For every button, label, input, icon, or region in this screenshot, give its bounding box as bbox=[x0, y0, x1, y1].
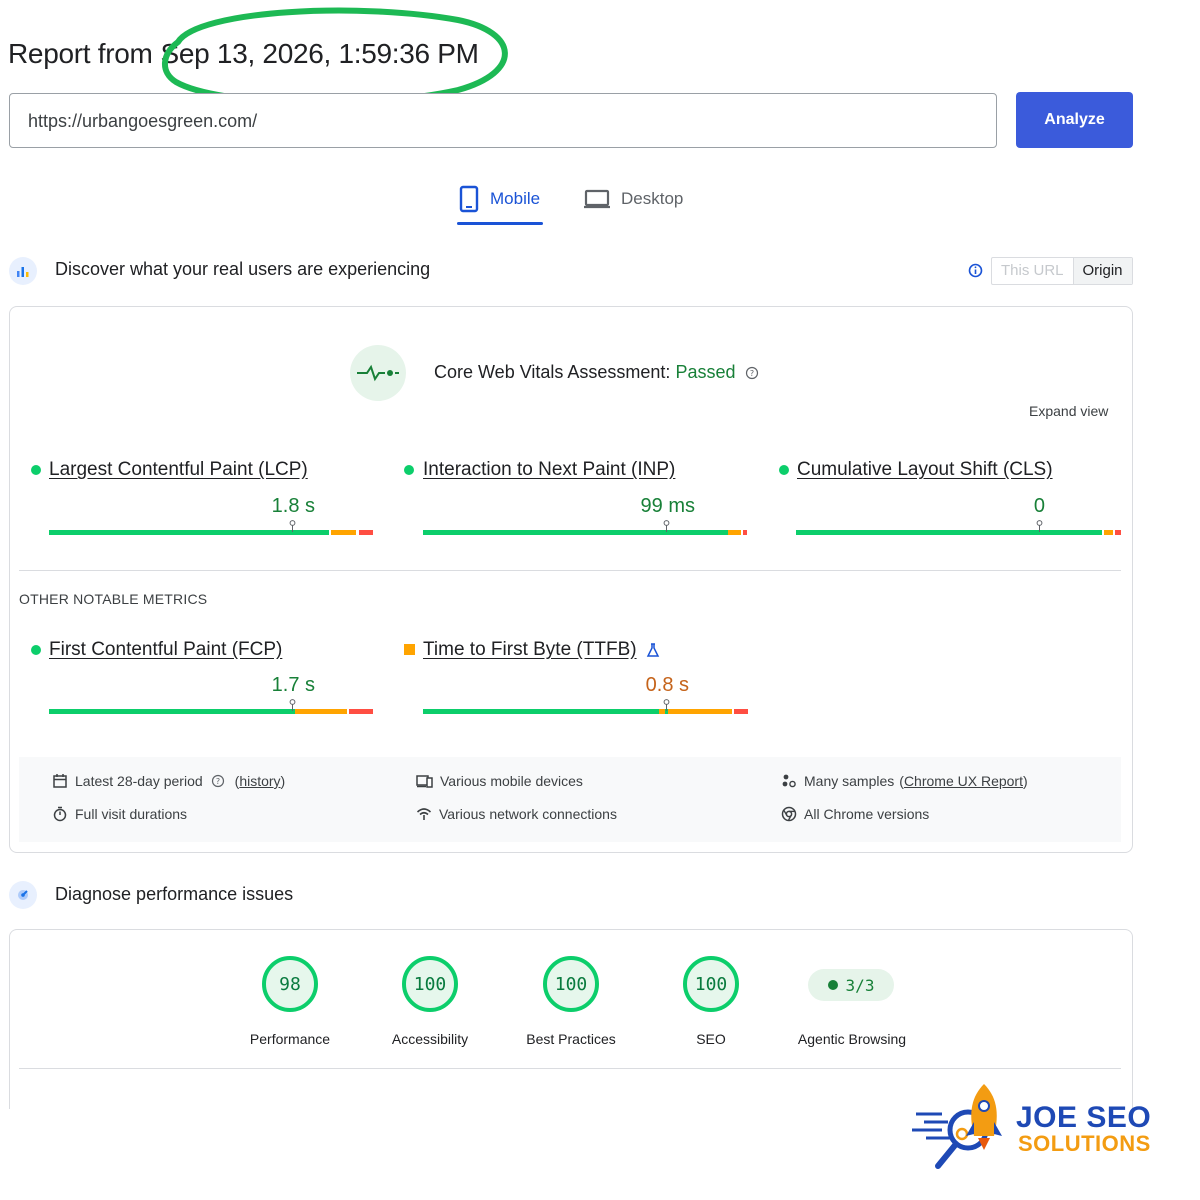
metric-cls-name[interactable]: Cumulative Layout Shift (CLS) bbox=[797, 459, 1053, 481]
dist-good bbox=[49, 530, 291, 535]
devices-info: Various mobile devices bbox=[416, 773, 583, 789]
url-value: https://urbangoesgreen.com/ bbox=[28, 111, 258, 131]
metric-lcp-name[interactable]: Largest Contentful Paint (LCP) bbox=[49, 459, 308, 481]
score-label-best-practices: Best Practices bbox=[526, 1031, 616, 1047]
dist-poor bbox=[359, 530, 373, 535]
agentic-value: 3/3 bbox=[845, 975, 875, 995]
score-label-seo: SEO bbox=[696, 1031, 726, 1047]
percentile-marker bbox=[663, 699, 670, 711]
url-origin-toggle: This URL Origin bbox=[991, 257, 1133, 285]
score-gauge-performance[interactable]: 98 bbox=[262, 956, 318, 1012]
period-info: Latest 28-day period ? (history) bbox=[52, 773, 285, 789]
toggle-this-url[interactable]: This URL bbox=[992, 258, 1074, 284]
diagnose-heading: Diagnose performance issues bbox=[55, 884, 294, 904]
percentile-marker bbox=[289, 520, 296, 532]
other-metrics-title: OTHER NOTABLE METRICS bbox=[19, 591, 208, 607]
versions-label: All Chrome versions bbox=[804, 806, 930, 822]
report-prefix: Report from bbox=[8, 38, 153, 69]
metric-lcp-distribution bbox=[49, 530, 373, 535]
metric-cls-value: 0 bbox=[1033, 495, 1045, 517]
metric-inp-name[interactable]: Interaction to Next Paint (INP) bbox=[423, 459, 675, 481]
vitals-pulse-icon bbox=[350, 345, 406, 401]
percentile-marker bbox=[1036, 520, 1043, 532]
score-gauge-best-practices[interactable]: 100 bbox=[543, 956, 599, 1012]
help-icon[interactable]: ? bbox=[745, 366, 759, 380]
history-link[interactable]: history bbox=[239, 773, 280, 789]
stopwatch-icon bbox=[53, 806, 67, 822]
analyze-button[interactable]: Analyze bbox=[1016, 92, 1133, 148]
desktop-icon bbox=[584, 189, 610, 209]
experimental-flask-icon bbox=[646, 643, 660, 657]
divider bbox=[19, 570, 1121, 571]
tab-desktop-label: Desktop bbox=[621, 189, 684, 208]
score-label-agentic: Agentic Browsing bbox=[797, 1031, 907, 1047]
field-data-heading: Discover what your real users are experi… bbox=[55, 259, 431, 279]
score-label-accessibility: Accessibility bbox=[391, 1031, 469, 1047]
percentile-marker bbox=[289, 699, 296, 711]
info-icon[interactable] bbox=[968, 263, 983, 278]
status-dot-good bbox=[31, 465, 41, 475]
toggle-origin[interactable]: Origin bbox=[1073, 258, 1132, 284]
tab-mobile-label: Mobile bbox=[490, 189, 541, 208]
status-dot-good bbox=[31, 645, 41, 655]
period-label: Latest 28-day period bbox=[75, 773, 203, 789]
metric-fcp-name[interactable]: First Contentful Paint (FCP) bbox=[49, 639, 282, 661]
crux-link[interactable]: Chrome UX Report bbox=[904, 773, 1023, 789]
help-icon[interactable]: ? bbox=[211, 774, 225, 788]
metric-cls-distribution bbox=[796, 530, 1121, 535]
active-tab-indicator bbox=[457, 222, 543, 225]
network-info: Various network connections bbox=[416, 806, 617, 822]
svg-text:?: ? bbox=[749, 369, 753, 378]
mobile-icon bbox=[459, 185, 479, 213]
score-label-performance: Performance bbox=[249, 1031, 331, 1047]
status-dot-good bbox=[404, 465, 414, 475]
wifi-icon bbox=[416, 808, 432, 820]
status-dot bbox=[827, 980, 838, 990]
chrome-icon bbox=[781, 806, 797, 822]
metric-ttfb-value: 0.8 s bbox=[645, 674, 689, 696]
metric-lcp-value: 1.8 s bbox=[271, 495, 315, 517]
cwv-assessment-status: Passed bbox=[675, 362, 736, 382]
metric-ttfb-distribution bbox=[423, 709, 748, 714]
devices-label: Various mobile devices bbox=[440, 773, 583, 789]
network-label: Various network connections bbox=[439, 806, 617, 822]
percentile-marker bbox=[663, 520, 670, 532]
cwv-assessment-label: Core Web Vitals Assessment: bbox=[434, 362, 671, 382]
cwv-assessment: Core Web Vitals Assessment: Passed ? bbox=[434, 362, 759, 383]
samples-label: Many samples bbox=[804, 773, 895, 789]
users-chart-icon bbox=[9, 257, 37, 285]
tab-mobile[interactable]: Mobile bbox=[458, 184, 540, 214]
samples-info: Many samples (Chrome UX Report) bbox=[781, 773, 1028, 789]
expand-view-link[interactable]: Expand view bbox=[1029, 403, 1108, 419]
brand-name-line1: JOE SEO bbox=[1016, 1101, 1152, 1134]
metric-ttfb-name[interactable]: Time to First Byte (TTFB) bbox=[423, 639, 637, 661]
status-square-average bbox=[404, 644, 415, 655]
dist-good bbox=[291, 530, 329, 535]
brand-name-line2: SOLUTIONS bbox=[1018, 1131, 1151, 1156]
tab-desktop[interactable]: Desktop bbox=[583, 184, 683, 214]
samples-icon bbox=[782, 774, 796, 788]
calendar-icon bbox=[53, 774, 67, 788]
durations-info: Full visit durations bbox=[52, 806, 187, 822]
diagnose-icon bbox=[9, 881, 37, 909]
score-gauge-seo[interactable]: 100 bbox=[683, 956, 739, 1012]
agentic-browsing-badge[interactable]: 3/3 bbox=[808, 969, 894, 1001]
durations-label: Full visit durations bbox=[75, 806, 188, 822]
data-collection-info bbox=[19, 757, 1121, 842]
svg-text:?: ? bbox=[216, 777, 220, 786]
score-gauge-accessibility[interactable]: 100 bbox=[402, 956, 458, 1012]
metric-fcp-value: 1.7 s bbox=[271, 674, 315, 696]
devices-icon bbox=[416, 775, 433, 788]
metric-inp-value: 99 ms bbox=[640, 495, 695, 517]
dist-needs-improvement bbox=[331, 530, 356, 535]
metric-fcp-distribution bbox=[49, 709, 373, 714]
versions-info: All Chrome versions bbox=[781, 806, 929, 822]
status-dot-good bbox=[779, 465, 789, 475]
url-input[interactable]: https://urbangoesgreen.com/ bbox=[9, 93, 997, 148]
metric-inp-distribution bbox=[423, 530, 747, 535]
divider bbox=[19, 1068, 1121, 1069]
